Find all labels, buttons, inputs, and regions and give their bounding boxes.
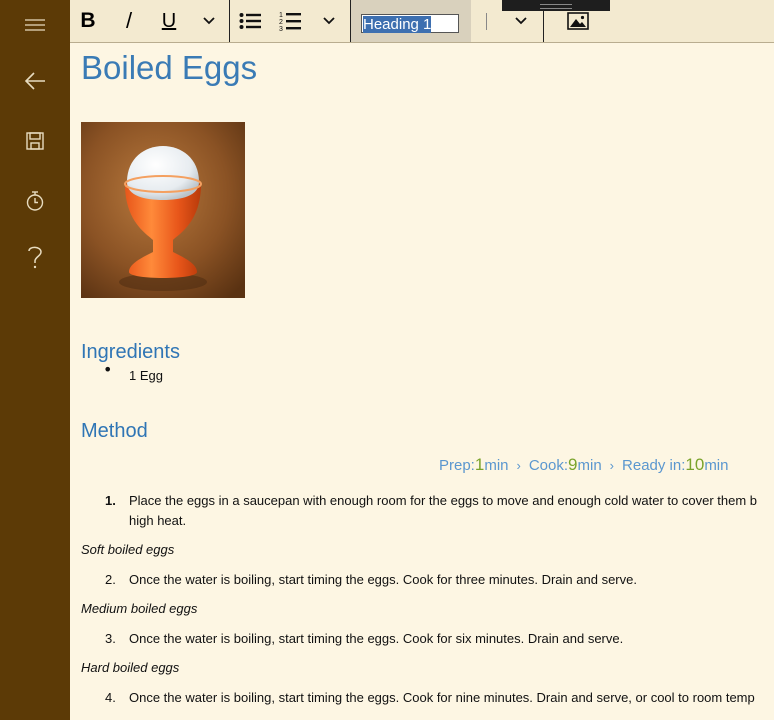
prep-unit: min — [484, 457, 509, 474]
stopwatch-icon — [26, 191, 44, 211]
cooking-times: Prep:1min › Cook:9min › Ready in:10min — [439, 455, 728, 475]
document-content: Boiled Eggs Ingredients • 1 Egg Method P… — [70, 43, 774, 720]
step-text: Once the water is boiling, start timing … — [129, 572, 637, 587]
svg-text:3: 3 — [279, 26, 283, 31]
picture-icon — [567, 12, 589, 30]
ready-label: Ready in: — [622, 457, 686, 474]
step-text: Once the water is boiling, start timing … — [129, 690, 755, 705]
font-color-swatch[interactable] — [486, 13, 487, 30]
step-number: 4. — [105, 690, 116, 705]
paragraph-style-value: Heading 1 — [363, 16, 432, 33]
svg-text:2: 2 — [279, 19, 283, 26]
subheading-medium: Medium boiled eggs — [81, 601, 198, 616]
save-icon — [26, 132, 44, 150]
underline-button[interactable]: U — [158, 0, 180, 42]
ingredients-heading: Ingredients — [81, 341, 180, 363]
bullet-icon: • — [103, 360, 113, 379]
cook-value: 9 — [568, 455, 578, 474]
bold-button[interactable]: B — [76, 0, 100, 42]
boiled-egg-photo — [81, 122, 245, 298]
bullet-list-icon — [239, 13, 261, 29]
italic-button[interactable]: / — [118, 0, 140, 42]
prep-label: Prep: — [439, 457, 475, 474]
subheading-soft: Soft boiled eggs — [81, 542, 175, 557]
step-number: 1. — [105, 493, 116, 508]
sidebar — [0, 0, 70, 720]
timer-button[interactable] — [0, 177, 70, 225]
step-text: high heat. — [129, 513, 187, 528]
svg-text:1: 1 — [279, 12, 283, 19]
formatting-toolbar: B / U 123 Heading 1 — [70, 0, 774, 43]
step-text: Place the eggs in a saucepan with enough… — [129, 493, 758, 508]
chevron-right-icon: › — [609, 458, 615, 473]
ready-unit: min — [704, 457, 729, 474]
save-button[interactable] — [0, 117, 70, 165]
chevron-down-icon — [203, 17, 215, 25]
cook-label: Cook: — [528, 457, 569, 474]
toolbar-separator — [229, 0, 230, 42]
paragraph-style-input[interactable]: Heading 1 — [361, 14, 459, 33]
help-button[interactable] — [0, 233, 70, 281]
subheading-hard: Hard boiled eggs — [81, 660, 180, 675]
ingredient-item: 1 Egg — [129, 368, 163, 383]
chevron-right-icon: › — [516, 458, 521, 473]
paragraph-style-area: Heading 1 — [351, 0, 471, 42]
chevron-down-icon — [515, 17, 527, 25]
step-number: 3. — [105, 631, 116, 646]
drag-handle[interactable] — [502, 0, 610, 11]
step-number: 2. — [105, 572, 116, 587]
question-mark-icon — [28, 246, 42, 269]
hamburger-menu-button[interactable] — [0, 1, 70, 49]
arrow-left-icon — [24, 72, 45, 90]
chevron-down-icon — [323, 17, 335, 25]
method-heading: Method — [81, 420, 148, 442]
numbered-list-icon: 123 — [279, 12, 301, 31]
ready-value: 10 — [685, 455, 705, 474]
list-format-dropdown-button[interactable] — [318, 0, 340, 42]
prep-value: 1 — [474, 455, 485, 474]
bullet-list-button[interactable] — [236, 0, 264, 42]
numbered-list-button[interactable]: 123 — [276, 0, 304, 42]
step-text: Once the water is boiling, start timing … — [129, 631, 624, 646]
recipe-title: Boiled Eggs — [81, 49, 258, 86]
back-button[interactable] — [0, 57, 70, 105]
text-format-dropdown-button[interactable] — [198, 0, 220, 42]
hamburger-icon — [25, 19, 45, 31]
cook-unit: min — [577, 457, 602, 474]
